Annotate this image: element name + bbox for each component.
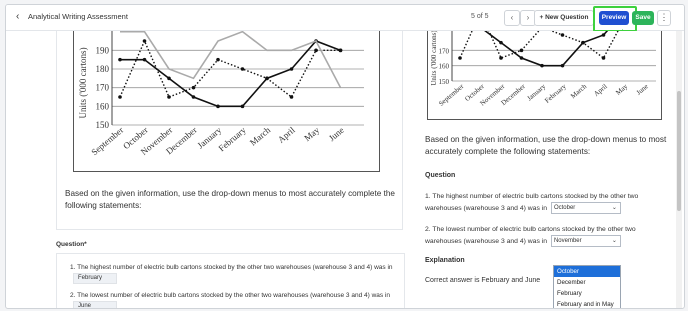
dropdown-menu: October December February February and i…	[553, 265, 621, 308]
preview-panel: Units ('000 cartons) 150 160 170 September Oc…	[411, 30, 673, 308]
app-window: ‹ Analytical Writing Assessment 5 of 5 ‹…	[5, 4, 685, 309]
chart-image: Units ('000 cartons) 150 160 170 September Oc…	[427, 30, 662, 120]
y-tick-label: 190	[96, 45, 110, 55]
dropdown-option[interactable]: February	[554, 288, 620, 299]
question-stem: Based on the given information, use the …	[425, 135, 667, 156]
question-label: Question*	[56, 241, 87, 248]
data-point	[601, 33, 606, 37]
question-item: 1. The highest number of electric bulb c…	[70, 262, 400, 284]
data-point	[118, 95, 122, 99]
data-point	[167, 95, 171, 99]
x-tick-label: April	[276, 125, 297, 145]
dropdown-option[interactable]: October	[554, 266, 620, 277]
x-tick-label: June	[635, 82, 650, 96]
y-tick-label: 180	[96, 64, 110, 74]
x-tick-label: June	[327, 125, 346, 143]
x-tick-label: March	[248, 125, 273, 148]
y-axis-label: Units ('000 cartons)	[78, 47, 88, 118]
data-point	[216, 104, 220, 109]
answer-dropdown[interactable]: October ⌄	[550, 202, 621, 214]
data-point	[338, 48, 343, 53]
answer-dropdown[interactable]: November ⌄	[550, 235, 621, 247]
data-point	[519, 48, 524, 53]
question-item: 2. The lowest number of electric bulb ca…	[70, 290, 400, 308]
answer-select[interactable]: June	[73, 301, 117, 308]
data-point	[142, 57, 147, 62]
y-tick-label: 170	[96, 83, 110, 93]
selected-value: November	[553, 238, 582, 244]
question-card: 1. The highest number of electric bulb c…	[56, 253, 405, 308]
data-point	[240, 67, 245, 71]
x-tick-label: February	[543, 82, 568, 105]
line-chart: Units ('000 cartons)150160170180190Septe…	[78, 31, 364, 157]
explanation-text: Correct answer is February and June	[425, 277, 541, 284]
x-tick-label: May	[614, 82, 629, 97]
y-tick-label: 150	[439, 78, 450, 86]
y-tick-label: 160	[439, 63, 450, 71]
data-point	[560, 33, 565, 37]
y-tick-label: 150	[96, 120, 110, 130]
data-point	[540, 63, 544, 68]
x-tick-label: March	[569, 82, 589, 100]
x-tick-label: February	[216, 125, 248, 154]
data-point	[519, 56, 524, 60]
data-point	[191, 95, 196, 99]
data-point	[167, 76, 171, 81]
data-point	[314, 48, 318, 53]
data-point	[191, 85, 196, 90]
data-point	[289, 67, 294, 71]
question-item: 2. The lowest number of electric bulb ca…	[425, 224, 670, 247]
question-text: 1. The highest number of electric bulb c…	[70, 264, 393, 271]
y-axis-label: Units ('000 cartons)	[430, 31, 438, 86]
question-stem: Based on the given information, use the …	[65, 189, 395, 210]
data-point	[118, 57, 122, 62]
chevron-down-icon: ⌄	[611, 238, 617, 244]
series-line	[459, 31, 619, 60]
scrollbar-thumb[interactable]	[677, 91, 681, 211]
x-tick-label: May	[302, 125, 321, 144]
explanation-label: Explanation	[425, 257, 465, 264]
data-point	[265, 76, 269, 81]
y-tick-label: 160	[96, 101, 110, 111]
line-chart: Units ('000 cartons) 150160170SeptemberOc…	[430, 30, 656, 108]
selected-value: October	[553, 205, 576, 211]
data-point	[499, 40, 503, 45]
answer-select[interactable]: February	[73, 273, 117, 284]
y-tick-label: 170	[439, 47, 450, 55]
editor-panel: Units ('000 cartons) 150 160 170 180 190 Septe…	[48, 31, 405, 308]
x-tick-label: April	[592, 82, 609, 98]
scrollbar[interactable]	[676, 31, 682, 308]
data-point	[581, 40, 585, 45]
dropdown-option[interactable]: December	[554, 277, 620, 288]
data-point	[499, 56, 503, 60]
data-point	[289, 95, 294, 99]
question-label: Question	[425, 172, 456, 179]
series-line	[484, 31, 609, 67]
data-point	[216, 57, 220, 62]
data-point	[458, 56, 462, 60]
data-point	[142, 39, 147, 43]
chevron-down-icon: ⌄	[611, 205, 617, 211]
chart-image: Units ('000 cartons) 150 160 170 180 190 Septe…	[73, 31, 380, 172]
dropdown-option[interactable]: February and in May	[554, 299, 620, 308]
series-line	[120, 40, 341, 108]
data-point	[601, 56, 606, 60]
data-point	[560, 63, 565, 68]
question-text: 2. The lowest number of electric bulb ca…	[70, 292, 390, 299]
data-point	[240, 104, 245, 109]
question-item: 1. The highest number of electric bulb c…	[425, 191, 670, 214]
question-stem-card: Units ('000 cartons) 150 160 170 180 190 Septe…	[56, 31, 403, 230]
